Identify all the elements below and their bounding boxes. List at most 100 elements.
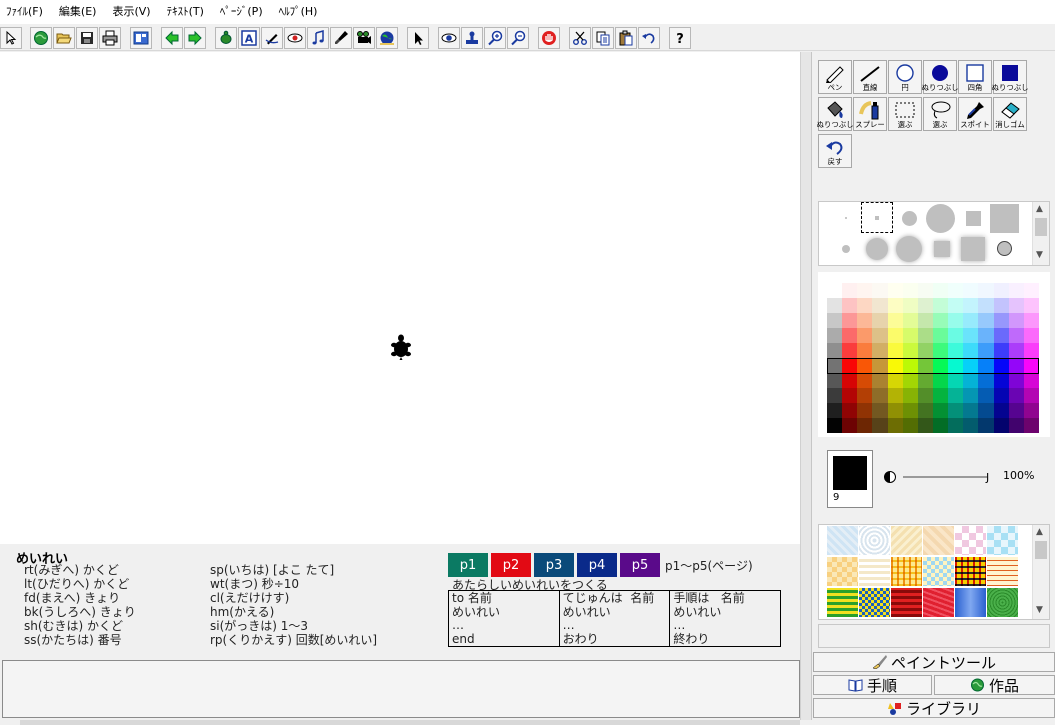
tab-library[interactable]: ライブラリ — [813, 698, 1055, 718]
palette-color[interactable] — [978, 358, 994, 373]
palette-color[interactable] — [902, 403, 918, 418]
brush-size[interactable] — [902, 211, 917, 226]
palette-color[interactable] — [933, 343, 949, 358]
palette-color[interactable] — [827, 298, 843, 313]
stamp-button[interactable] — [461, 27, 483, 49]
palette-color[interactable] — [978, 328, 994, 343]
tab-works[interactable]: 作品 — [934, 675, 1055, 695]
palette-color[interactable] — [1008, 283, 1024, 298]
palette-color[interactable] — [872, 283, 888, 298]
turtle-button[interactable] — [215, 27, 237, 49]
pattern-swatch[interactable] — [827, 588, 858, 617]
brush-button[interactable] — [330, 27, 352, 49]
menu-page[interactable]: ﾍﾟｰｼﾞ(P) — [212, 0, 271, 24]
brush-scrollbar[interactable]: ▲ ▼ — [1032, 202, 1049, 265]
palette-color[interactable] — [872, 298, 888, 313]
page-p3-button[interactable]: p3 — [534, 553, 574, 577]
palette-color[interactable] — [993, 403, 1009, 418]
stop-button[interactable] — [538, 27, 560, 49]
pattern-swatch[interactable] — [987, 588, 1018, 617]
palette-color[interactable] — [948, 388, 964, 403]
print-button[interactable] — [99, 27, 121, 49]
palette-color[interactable] — [933, 358, 949, 373]
palette-color[interactable] — [887, 298, 903, 313]
brush-size[interactable] — [845, 217, 847, 219]
zoom-in-button[interactable] — [484, 27, 506, 49]
cut-button[interactable] — [569, 27, 591, 49]
brush-size[interactable] — [842, 245, 850, 253]
eraser-tool[interactable]: 消しゴム — [993, 97, 1027, 131]
palette-color[interactable] — [842, 313, 858, 328]
palette-color[interactable] — [993, 373, 1009, 388]
palette-color[interactable] — [978, 388, 994, 403]
palette-color[interactable] — [1023, 373, 1039, 388]
palette-color[interactable] — [1023, 313, 1039, 328]
scroll-up-icon[interactable]: ▲ — [1036, 527, 1043, 537]
palette-color[interactable] — [842, 328, 858, 343]
palette-color[interactable] — [902, 343, 918, 358]
page-p4-button[interactable]: p4 — [577, 553, 617, 577]
palette-color[interactable] — [933, 328, 949, 343]
palette-color[interactable] — [1023, 403, 1039, 418]
palette-color[interactable] — [1008, 418, 1024, 433]
zoom-out-button[interactable] — [507, 27, 529, 49]
circle-tool[interactable]: 円 — [888, 60, 922, 94]
palette-color[interactable] — [887, 373, 903, 388]
palette-color[interactable] — [902, 283, 918, 298]
palette-color[interactable] — [933, 283, 949, 298]
palette-color[interactable] — [917, 313, 933, 328]
current-color-swatch[interactable]: 9 — [827, 450, 873, 508]
palette-color[interactable] — [917, 388, 933, 403]
palette-color[interactable] — [948, 358, 964, 373]
palette-color[interactable] — [948, 298, 964, 313]
palette-color[interactable] — [963, 283, 979, 298]
scroll-thumb[interactable] — [1035, 541, 1047, 559]
rectangle-tool[interactable]: 四角 — [958, 60, 992, 94]
palette-color[interactable] — [993, 418, 1009, 433]
brush-size[interactable] — [961, 237, 985, 261]
pointer-button[interactable] — [407, 27, 429, 49]
palette-color[interactable] — [917, 298, 933, 313]
palette-color[interactable] — [993, 343, 1009, 358]
palette-color[interactable] — [902, 418, 918, 433]
palette-color[interactable] — [1023, 298, 1039, 313]
palette-color[interactable] — [1023, 343, 1039, 358]
pattern-swatch[interactable] — [859, 526, 890, 555]
pattern-swatch[interactable] — [859, 588, 890, 617]
save-button[interactable] — [76, 27, 98, 49]
palette-color[interactable] — [933, 313, 949, 328]
palette-color[interactable] — [933, 403, 949, 418]
palette-color[interactable] — [842, 403, 858, 418]
palette-color[interactable] — [827, 343, 843, 358]
palette-color[interactable] — [963, 313, 979, 328]
palette-color[interactable] — [1008, 403, 1024, 418]
pattern-swatch[interactable] — [987, 557, 1018, 586]
pattern-swatch[interactable] — [891, 526, 922, 555]
menu-file[interactable]: ﾌｧｲﾙ(F) — [4, 0, 51, 24]
palette-color[interactable] — [842, 343, 858, 358]
panel-splitter[interactable] — [800, 52, 812, 720]
pattern-swatch[interactable] — [923, 588, 954, 617]
pattern-swatch[interactable] — [955, 557, 986, 586]
fill-tool[interactable]: ぬりつぶし — [817, 97, 853, 131]
palette-color[interactable] — [902, 373, 918, 388]
palette-color[interactable] — [842, 373, 858, 388]
turtle-icon[interactable] — [390, 334, 412, 360]
menu-edit[interactable]: 編集(E) — [51, 0, 105, 24]
palette-color[interactable] — [948, 283, 964, 298]
palette-color[interactable] — [842, 358, 858, 373]
page-p1-button[interactable]: p1 — [448, 553, 488, 577]
web-button[interactable] — [376, 27, 398, 49]
forward-button[interactable] — [184, 27, 206, 49]
palette-color[interactable] — [902, 328, 918, 343]
palette-color[interactable] — [963, 328, 979, 343]
palette-color[interactable] — [872, 373, 888, 388]
palette-color[interactable] — [857, 298, 873, 313]
palette-color[interactable] — [872, 418, 888, 433]
brush-size[interactable] — [926, 204, 955, 233]
palette-color[interactable] — [963, 388, 979, 403]
palette-color[interactable] — [978, 418, 994, 433]
palette-color[interactable] — [1008, 298, 1024, 313]
pattern-scrollbar[interactable]: ▲ ▼ — [1032, 525, 1049, 619]
palette-color[interactable] — [827, 403, 843, 418]
